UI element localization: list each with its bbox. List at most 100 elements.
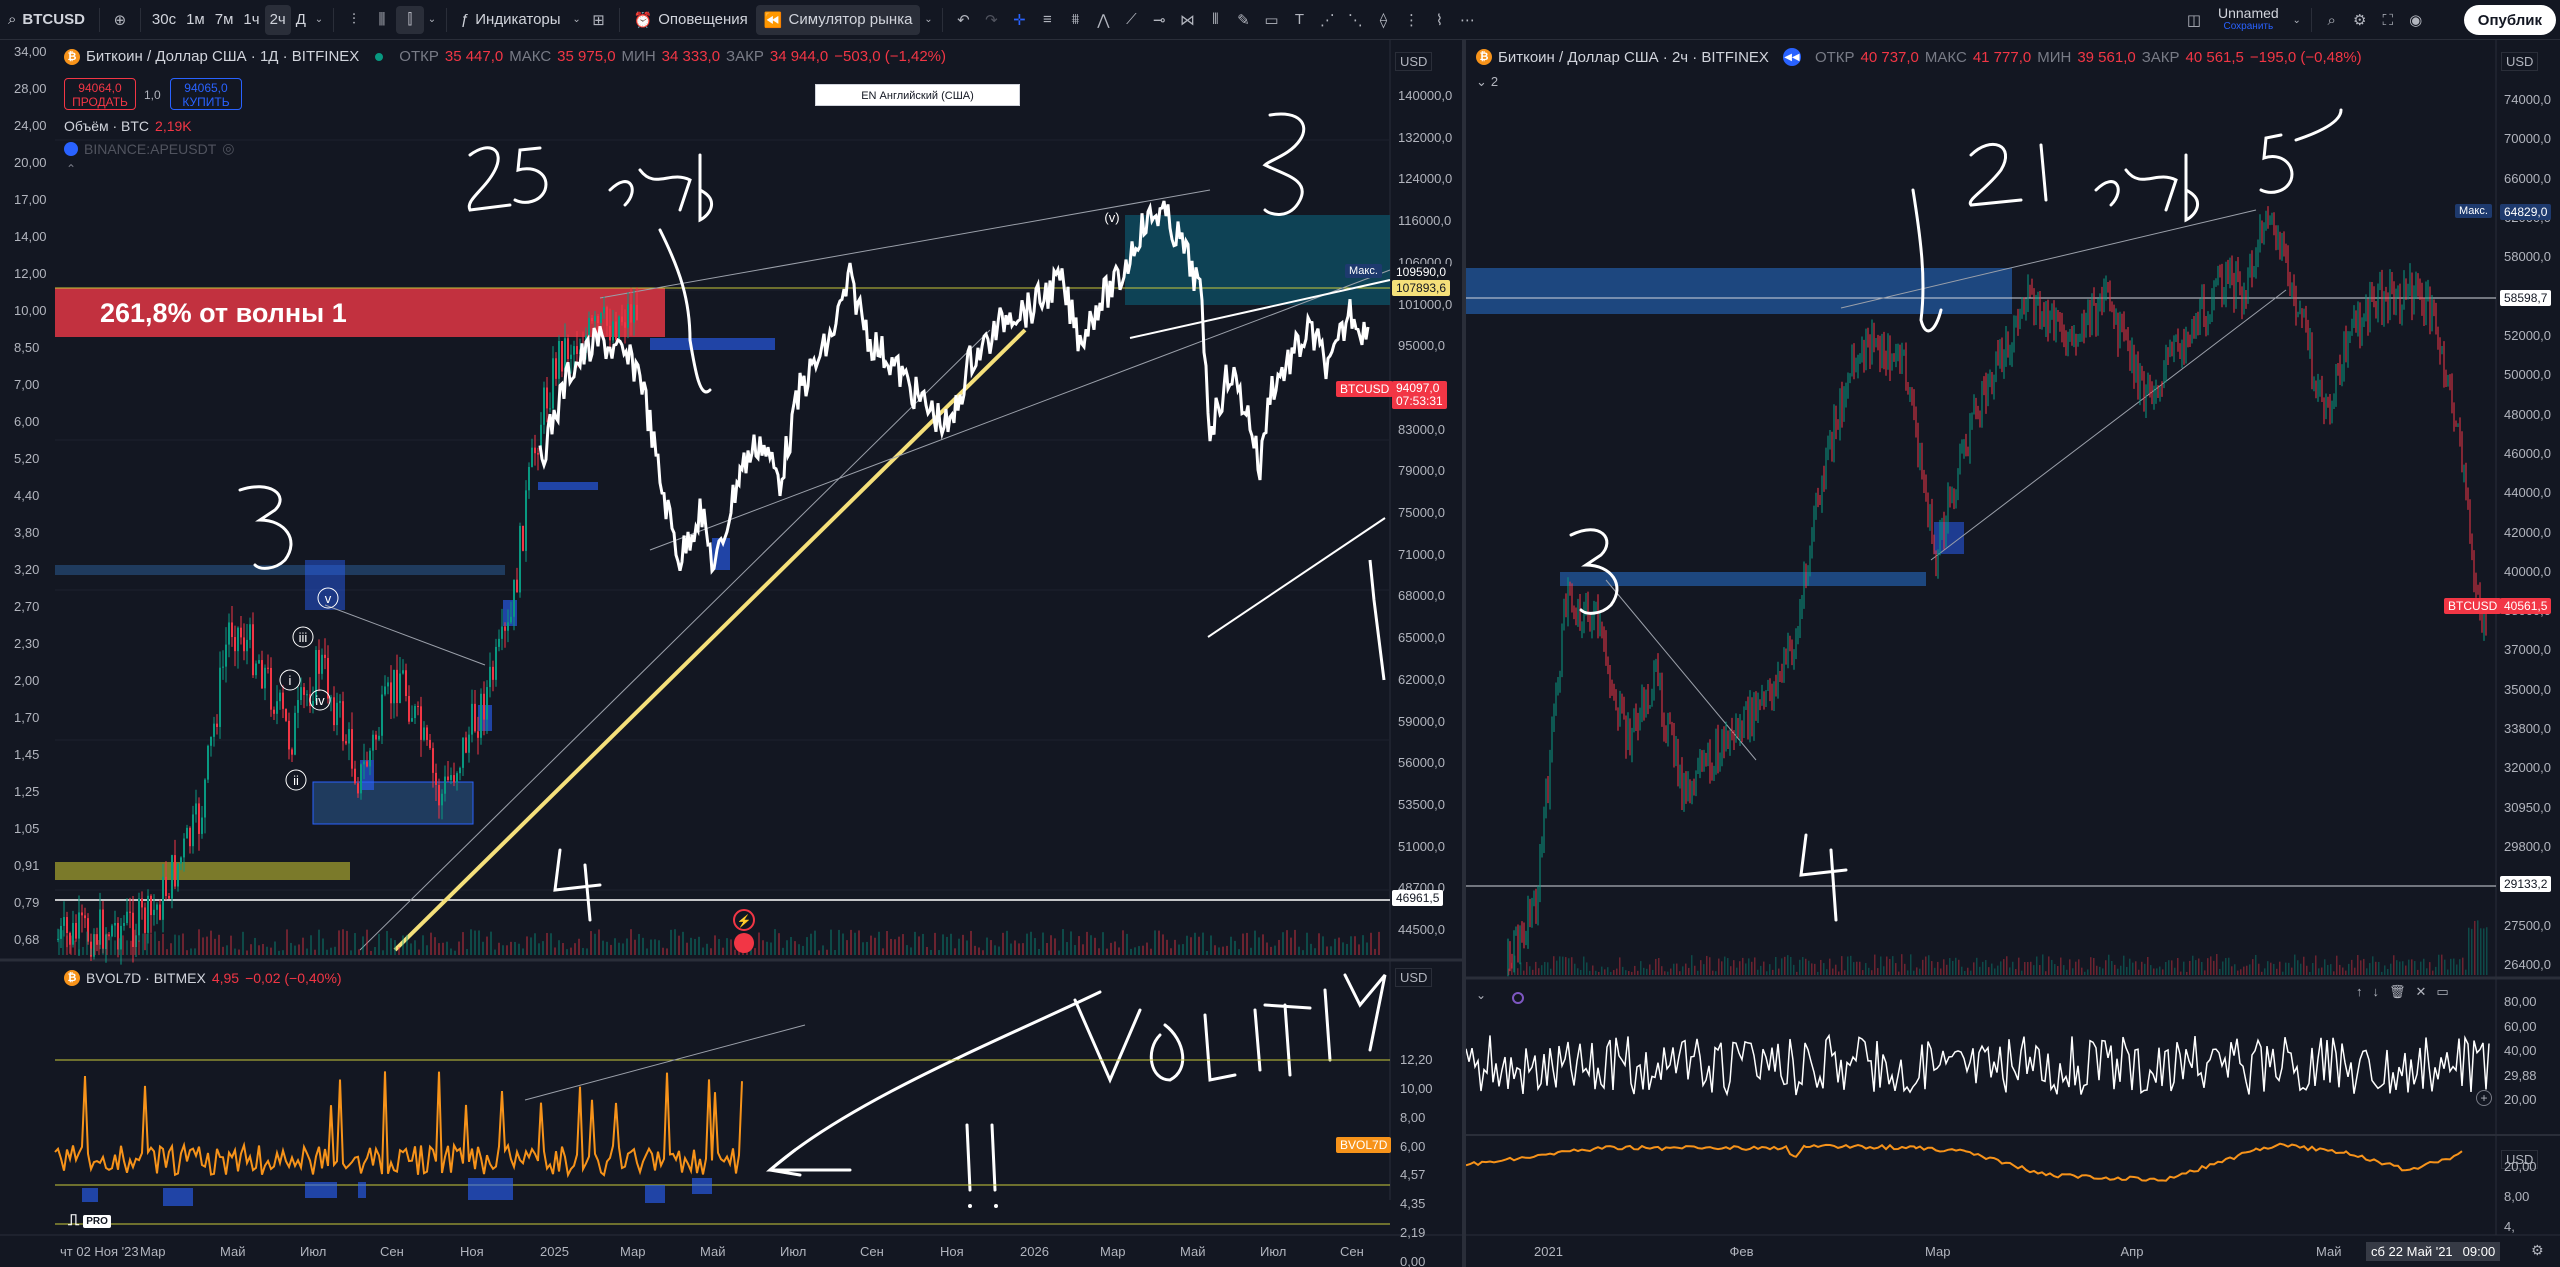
volume-bar — [1330, 946, 1332, 955]
horizontal-ray-icon[interactable]: ⊸ — [1145, 6, 1173, 34]
bars-icon[interactable]: ⫼ — [368, 6, 396, 34]
search-icon: ⌕ — [8, 11, 17, 28]
fib-icon[interactable]: ⩩ — [1061, 6, 1089, 34]
bvol-price-scale[interactable]: 12,20 10,00 8,00 6,00 4,57 4,35 2,19 0,00 — [1392, 960, 1462, 1267]
volume-bar — [222, 946, 224, 955]
osc-collapse-icon[interactable]: ⌄ — [1476, 988, 1486, 1002]
volume-bar — [1841, 956, 1843, 975]
wave-5-icon[interactable]: ⋯ — [1453, 6, 1481, 34]
wave-abc-icon[interactable]: ⋮ — [1397, 6, 1425, 34]
interval-7m[interactable]: 7м — [210, 5, 239, 35]
replay-mode-icon[interactable]: ◀◀ — [1782, 48, 1801, 66]
camera-icon[interactable]: ◉ — [2402, 6, 2430, 34]
lines-icon[interactable]: ≡ — [1033, 6, 1061, 34]
wave-123-icon[interactable]: ⌇ — [1425, 6, 1453, 34]
right-chart-pane[interactable]: ₿ Биткоин / Доллар США · 2ч · BITFINEX ◀… — [1466, 40, 2560, 1267]
chart-title[interactable]: Биткоин / Доллар США · 2ч · BITFINEX — [1498, 49, 1769, 66]
candle-body — [237, 627, 239, 652]
candle-body — [474, 703, 476, 732]
alerts-button[interactable]: ⏰ Оповещения — [626, 5, 756, 35]
pattern-icon[interactable]: ⋀ — [1089, 6, 1117, 34]
interval-1h[interactable]: 1ч — [238, 5, 264, 35]
brush-icon[interactable]: ✎ — [1229, 6, 1257, 34]
volume-bar — [1535, 961, 1537, 975]
sell-button[interactable]: 94064,0 ПРОДАТЬ — [64, 78, 136, 110]
text-icon[interactable]: T — [1285, 6, 1313, 34]
collapse-legend-icon[interactable]: ⌃ — [66, 162, 76, 176]
rectangle-icon[interactable]: ▭ — [1257, 6, 1285, 34]
left-chart-canvas[interactable]: v iii i iv ii (v) 261,8% от волны 1 ⚡ — [0, 40, 1462, 1267]
forecast-icon[interactable]: ⫴ — [1201, 6, 1229, 34]
left-time-axis[interactable]: чт 02 Ноя '23 Мар Май Июл Сен Ноя 2025 Мар Май Ию… — [0, 1240, 1390, 1267]
expand-indicators-button[interactable]: ⌄ 2 — [1476, 74, 1498, 90]
chart-type-icon[interactable]: ⫿ — [395, 5, 424, 34]
undo-icon[interactable]: ↶ — [949, 6, 977, 34]
templates-icon[interactable]: ⊞ — [585, 6, 613, 34]
measure-icon[interactable]: ⟠ — [1369, 6, 1397, 34]
bvol-legend[interactable]: ₿ BVOL7D · BITMEX 4,95 −0,02 (−0,40%) — [64, 970, 342, 986]
interval-2h[interactable]: 2ч — [264, 4, 291, 35]
maximize-icon[interactable]: ▭ — [2436, 984, 2448, 1000]
elliott-icon[interactable]: ⋰ — [1313, 6, 1341, 34]
interval-30s[interactable]: 30с — [147, 5, 181, 35]
separator — [618, 7, 620, 32]
close-icon[interactable]: ✕ — [2416, 984, 2427, 1000]
chevron-down-icon[interactable]: ⌄ — [424, 6, 440, 34]
volume-bar — [1174, 939, 1176, 955]
volume-bar — [2408, 959, 2410, 975]
interval-day[interactable]: Д — [291, 5, 311, 35]
indicators-button[interactable]: ƒ Индикаторы — [453, 5, 569, 35]
add-plus-icon[interactable]: + — [2476, 1090, 2492, 1106]
volume-bar — [1517, 968, 1519, 975]
eye-icon[interactable]: ◎ — [222, 140, 234, 157]
chevron-down-icon[interactable]: ⌄ — [569, 6, 585, 34]
fullscreen-icon[interactable]: ⛶ — [2374, 6, 2402, 34]
layout-panel-icon[interactable]: ◫ — [2180, 6, 2208, 34]
volume-bar — [674, 929, 676, 955]
right-price-scale[interactable]: 140000,0 132000,0 124000,0 116000,0 106000,0… — [1392, 40, 1462, 960]
symbol-search[interactable]: ⌕ BTCUSD — [0, 5, 93, 35]
price-scale-label: 70000,0 — [2504, 131, 2551, 147]
buy-button[interactable]: 94065,0 КУПИТЬ — [170, 78, 242, 110]
publish-button[interactable]: Опублик — [2463, 5, 2556, 35]
left-price-scale[interactable]: 34,00 28,00 24,00 20,00 17,00 14,00 12,00 10,00… — [0, 40, 55, 960]
right-time-axis[interactable]: 2021 Фев Мар Апр Май — [1466, 1240, 2496, 1267]
interval-1m[interactable]: 1м — [181, 5, 210, 35]
move-down-icon[interactable]: ↓ — [2373, 984, 2380, 1000]
volume-bar — [1038, 949, 1040, 955]
chevron-down-icon[interactable]: ⌄ — [920, 6, 936, 34]
osc-price-scale[interactable]: 80,00 60,00 40,00 29,88 20,00 — [2498, 980, 2560, 1135]
crosshair-icon[interactable]: ✛ — [1005, 6, 1033, 34]
right-price-scale[interactable]: 74000,070000,066000,062000,058000,054000… — [2498, 40, 2560, 978]
candles-icon[interactable]: ⫶ — [340, 6, 368, 34]
layout-name-button[interactable]: Unnamed Сохранить — [2208, 6, 2289, 33]
overlay-legend[interactable]: BINANCE:APEUSDT ◎ — [64, 140, 234, 157]
fib-label: 261,8% от волны 1 — [100, 298, 347, 328]
chevron-down-icon[interactable]: ⌄ — [2289, 6, 2305, 34]
quick-search-icon[interactable]: ⌕ — [2318, 6, 2346, 34]
volume-bar — [1646, 968, 1648, 975]
left-chart-pane[interactable]: v iii i iv ii (v) 261,8% от волны 1 ⚡ ₿ … — [0, 40, 1462, 1267]
volume-bar — [1062, 929, 1064, 955]
candle-body — [162, 876, 164, 920]
volume-legend[interactable]: Объём · BTC 2,19K — [64, 118, 192, 134]
candle-body — [75, 922, 77, 939]
lower-price-scale[interactable]: 20,00 8,00 4, — [2498, 1135, 2560, 1235]
redo-icon[interactable]: ↷ — [977, 6, 1005, 34]
right-chart-canvas[interactable] — [1466, 40, 2560, 1267]
chevron-down-icon[interactable]: ⌄ — [311, 6, 327, 34]
replay-button[interactable]: ⏪ Симулятор рынка — [755, 4, 921, 35]
trendline-icon[interactable]: ⟋ — [1117, 6, 1145, 34]
volume-bar — [1262, 934, 1264, 955]
add-symbol-icon[interactable]: ⊕ — [106, 6, 134, 34]
volume-bar — [1146, 942, 1148, 955]
move-up-icon[interactable]: ↑ — [2356, 984, 2363, 1000]
settings-gear-icon[interactable]: ⚙ — [2531, 1242, 2544, 1259]
delete-icon[interactable]: 🗑 — [2389, 984, 2406, 1000]
volume-bar — [2120, 965, 2122, 975]
gear-icon[interactable]: ⚙ — [2346, 6, 2374, 34]
xabcd-icon[interactable]: ⋈ — [1173, 6, 1201, 34]
wave-wxy-icon[interactable]: ⋱ — [1341, 6, 1369, 34]
chart-title[interactable]: Биткоин / Доллар США · 1Д · BITFINEX — [86, 48, 359, 65]
exclamation-dot — [968, 1204, 972, 1208]
